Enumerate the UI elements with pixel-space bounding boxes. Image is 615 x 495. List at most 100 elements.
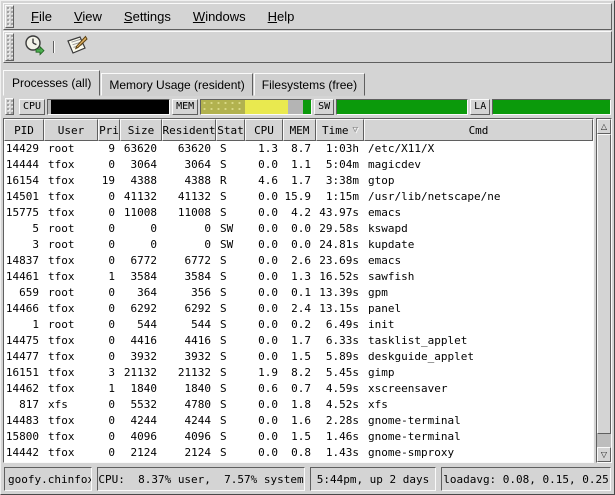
- cell-time: 13.39s: [316, 285, 364, 301]
- table-row[interactable]: 817xfs055324780S0.01.84.52sxfs: [4, 397, 593, 413]
- menu-item-help[interactable]: Help: [259, 6, 304, 27]
- cell-time: 1.46s: [316, 429, 364, 445]
- menu-item-view[interactable]: View: [65, 6, 111, 27]
- cell-time: 1:15m: [316, 189, 364, 205]
- table-row[interactable]: 15775tfox01100811008S0.04.243.97semacs: [4, 205, 593, 221]
- scroll-thumb[interactable]: [597, 134, 611, 434]
- cell-stat: S: [216, 397, 245, 413]
- cell-size: 4096: [120, 429, 162, 445]
- cell-user: root: [44, 237, 98, 253]
- table-row[interactable]: 1root0544544S0.00.26.49sinit: [4, 317, 593, 333]
- column-header-label-cpu: CPU: [254, 124, 274, 137]
- cell-cpu: 4.6: [245, 173, 283, 189]
- column-header-resident[interactable]: Resident: [162, 119, 216, 141]
- cell-cpu: 0.0: [245, 349, 283, 365]
- cpu-stats-panel: CPU: 8.37% user, 7.57% system: [97, 467, 305, 491]
- column-header-label-cmd: Cmd: [469, 124, 489, 137]
- cell-size: 41132: [120, 189, 162, 205]
- vertical-scrollbar[interactable]: △ ▽: [596, 118, 612, 463]
- table-row[interactable]: 14483tfox042444244S0.01.62.28sgnome-term…: [4, 413, 593, 429]
- cell-cpu: 0.0: [245, 237, 283, 253]
- cell-cpu: 0.0: [245, 317, 283, 333]
- mem-meter-segment: [288, 100, 303, 114]
- table-row[interactable]: 14442tfox021242124S0.00.81.43sgnome-smpr…: [4, 445, 593, 461]
- tab-memory-usage[interactable]: Memory Usage (resident): [101, 73, 252, 96]
- cell-pri: 0: [98, 205, 120, 221]
- scroll-up-button[interactable]: △: [597, 119, 611, 134]
- column-header-label-user: User: [58, 124, 85, 137]
- column-header-size[interactable]: Size: [120, 119, 162, 141]
- table-row[interactable]: 14466tfox062926292S0.02.413.15spanel: [4, 301, 593, 317]
- loadavg-panel: loadavg: 0.08, 0.15, 0.25: [441, 467, 611, 491]
- cell-cpu: 0.0: [245, 285, 283, 301]
- cell-resident: 356: [162, 285, 216, 301]
- cell-cpu: 0.0: [245, 189, 283, 205]
- table-row[interactable]: 659root0364356S0.00.113.39sgpm: [4, 285, 593, 301]
- column-header-mem[interactable]: MEM: [283, 119, 316, 141]
- menu-item-windows[interactable]: Windows: [184, 6, 255, 27]
- cell-size: 11008: [120, 205, 162, 221]
- table-row[interactable]: 14475tfox044164416S0.01.76.33stasklist_a…: [4, 333, 593, 349]
- la-meter-label: LA: [470, 99, 490, 115]
- column-header-user[interactable]: User: [44, 119, 98, 141]
- memo-button[interactable]: [62, 34, 92, 60]
- table-row[interactable]: 16154tfox1943884388R4.61.73:38mgtop: [4, 173, 593, 189]
- cell-stat: S: [216, 333, 245, 349]
- gtop-window: File View Settings Windows Help: [0, 0, 615, 495]
- table-row[interactable]: 14429root96362063620S1.38.71:03h/etc/X11…: [4, 141, 593, 157]
- table-row[interactable]: 14477tfox039323932S0.01.55.89sdeskguide_…: [4, 349, 593, 365]
- table-row[interactable]: 14837tfox067726772S0.02.623.69semacs: [4, 253, 593, 269]
- column-header-pid[interactable]: PID: [4, 119, 44, 141]
- cell-cmd: deskguide_applet: [364, 349, 593, 365]
- column-header-cpu[interactable]: CPU: [245, 119, 283, 141]
- timer-button[interactable]: [19, 34, 49, 60]
- cell-time: 5:04m: [316, 157, 364, 173]
- cell-user: tfox: [44, 445, 98, 461]
- cell-pri: 0: [98, 333, 120, 349]
- cell-stat: S: [216, 269, 245, 285]
- toolbar-grip[interactable]: [5, 33, 14, 61]
- table-row[interactable]: 14461tfox135843584S0.01.316.52ssawfish: [4, 269, 593, 285]
- cell-cpu: 0.0: [245, 333, 283, 349]
- scroll-down-button[interactable]: ▽: [597, 447, 611, 462]
- mem-meter-segment: [201, 100, 245, 114]
- cell-size: 2124: [120, 445, 162, 461]
- menubar-grip[interactable]: [5, 5, 14, 28]
- column-header-time[interactable]: Time▽: [316, 119, 364, 141]
- table-row[interactable]: 14501tfox04113241132S0.015.91:15m/usr/li…: [4, 189, 593, 205]
- table-row[interactable]: 14462tfox118401840S0.60.74.59sxscreensav…: [4, 381, 593, 397]
- cell-cmd: kswapd: [364, 221, 593, 237]
- cell-user: tfox: [44, 381, 98, 397]
- cell-pid: 16151: [4, 365, 44, 381]
- table-row[interactable]: 5root000SW0.00.029.58skswapd: [4, 221, 593, 237]
- cell-mem: 1.7: [283, 173, 316, 189]
- menu-item-file[interactable]: File: [22, 6, 61, 27]
- cell-pid: 16154: [4, 173, 44, 189]
- table-row[interactable]: 15800tfox040964096S0.01.51.46sgnome-term…: [4, 429, 593, 445]
- column-header-pri[interactable]: Pri: [98, 119, 120, 141]
- cell-cpu: 0.0: [245, 157, 283, 173]
- cell-user: xfs: [44, 397, 98, 413]
- tab-processes[interactable]: Processes (all): [3, 70, 100, 96]
- cell-size: 4388: [120, 173, 162, 189]
- cell-user: tfox: [44, 429, 98, 445]
- cell-size: 5532: [120, 397, 162, 413]
- cell-resident: 4388: [162, 173, 216, 189]
- cell-mem: 2.6: [283, 253, 316, 269]
- table-row[interactable]: 14444tfox030643064S0.01.15:04mmagicdev: [4, 157, 593, 173]
- column-header-stat[interactable]: Stat: [216, 119, 245, 141]
- cell-pri: 0: [98, 189, 120, 205]
- tab-filesystems[interactable]: Filesystems (free): [254, 73, 365, 96]
- cell-stat: SW: [216, 237, 245, 253]
- cell-pid: 14444: [4, 157, 44, 173]
- table-row[interactable]: 16151tfox32113221132S1.98.25.45sgimp: [4, 365, 593, 381]
- cell-time: 5.89s: [316, 349, 364, 365]
- down-arrow-icon: ▽: [601, 451, 607, 459]
- table-row[interactable]: 3root000SW0.00.024.81skupdate: [4, 237, 593, 253]
- scroll-trough[interactable]: [597, 134, 611, 447]
- menu-items: File View Settings Windows Help: [16, 4, 303, 29]
- column-header-cmd[interactable]: Cmd: [364, 119, 593, 141]
- meter-grip[interactable]: [5, 98, 14, 115]
- menu-item-settings[interactable]: Settings: [115, 6, 180, 27]
- cell-pid: 817: [4, 397, 44, 413]
